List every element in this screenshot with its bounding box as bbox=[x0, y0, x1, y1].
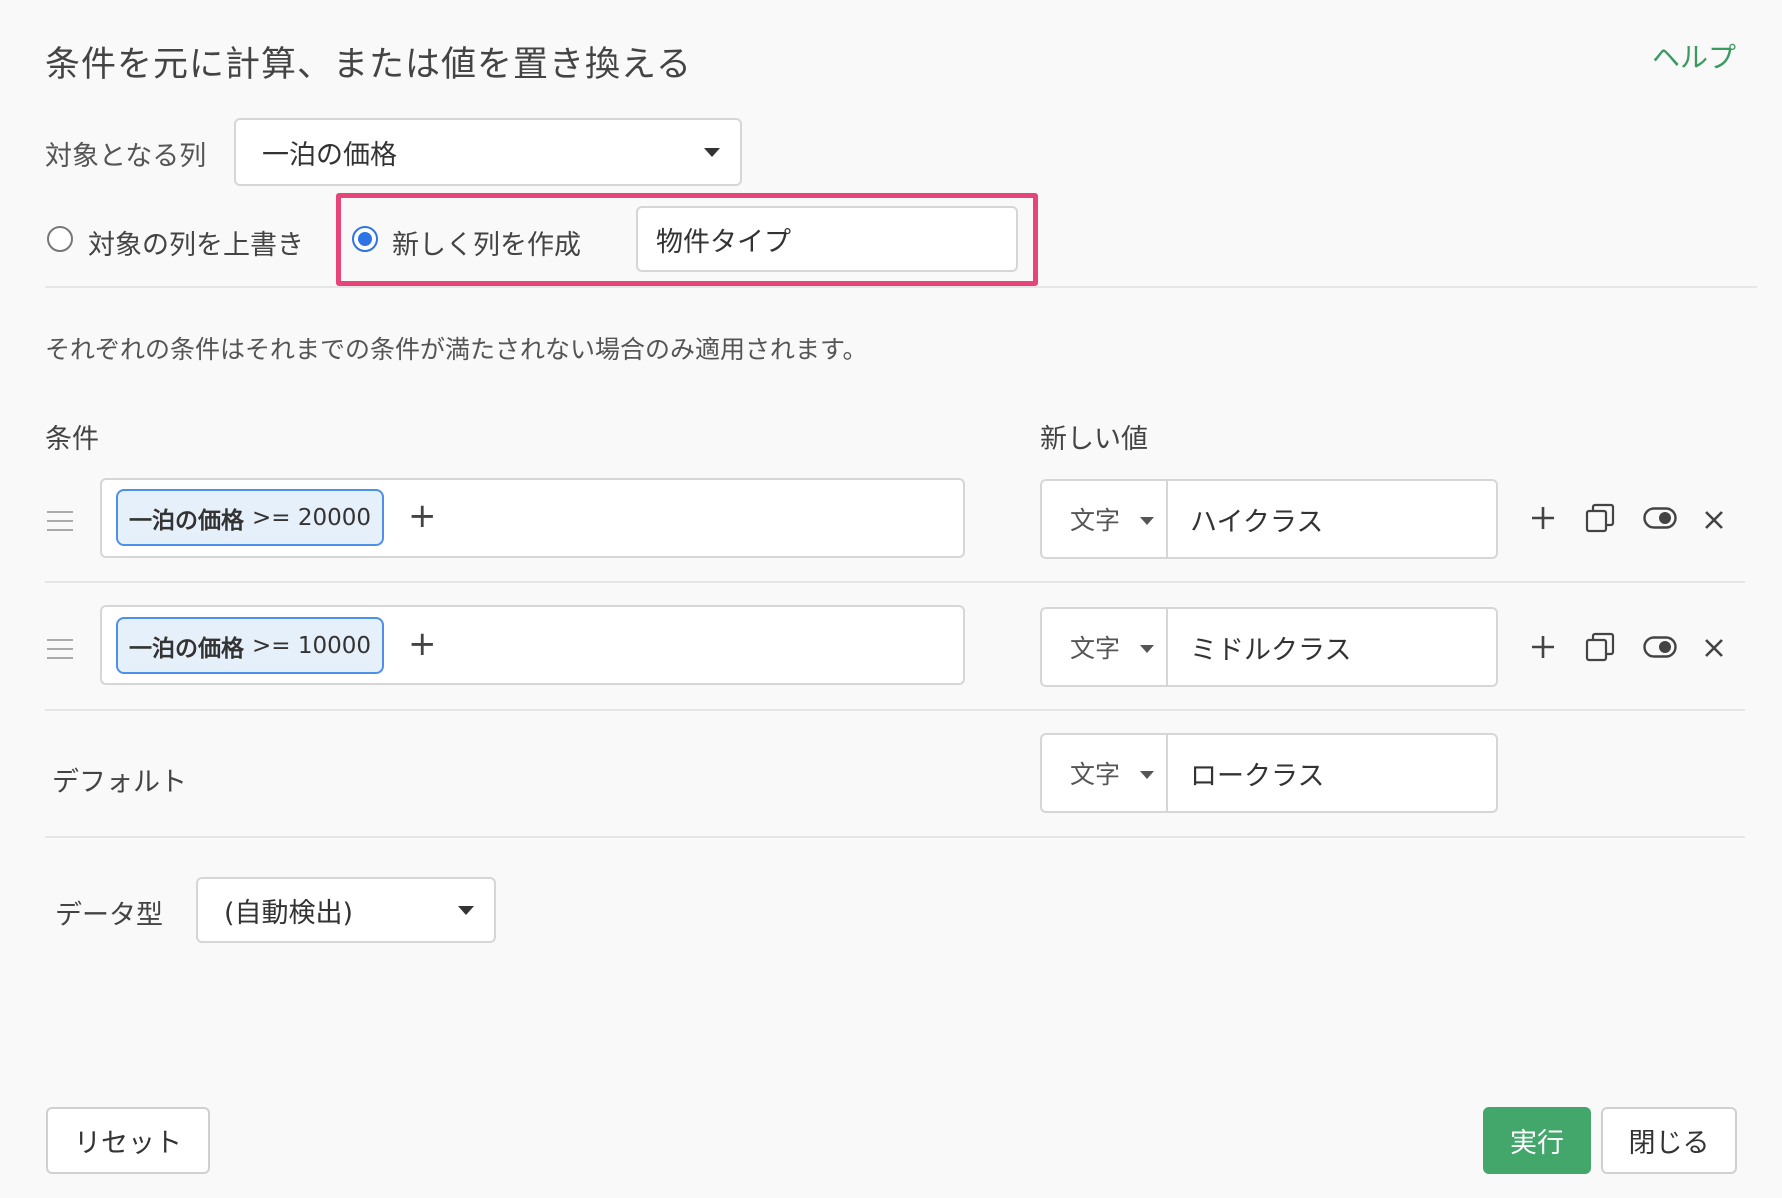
chip-expression: >= 20000 bbox=[251, 504, 372, 531]
datatype-select[interactable]: (自動検出) bbox=[196, 877, 496, 943]
value-type-select[interactable]: 文字 bbox=[1042, 609, 1168, 685]
close-button[interactable]: 閉じる bbox=[1601, 1107, 1737, 1174]
chevron-down-icon bbox=[458, 906, 474, 915]
help-link[interactable]: ヘルプ bbox=[1652, 36, 1736, 76]
target-column-value: 一泊の価格 bbox=[262, 139, 397, 171]
overwrite-label[interactable]: 対象の列を上書き bbox=[88, 223, 304, 262]
new-value-input[interactable]: ミドルクラス bbox=[1168, 609, 1496, 685]
condition-column-header: 条件 bbox=[45, 424, 99, 455]
new-value-text: ハイクラス bbox=[1190, 506, 1324, 538]
value-type-label: 文字 bbox=[1070, 506, 1121, 535]
chip-expression: >= 10000 bbox=[251, 632, 372, 659]
chevron-down-icon bbox=[1140, 517, 1154, 525]
divider bbox=[45, 836, 1745, 838]
default-value-input[interactable]: ロークラス bbox=[1168, 735, 1496, 811]
datatype-label: データ型 bbox=[55, 900, 163, 931]
default-type-select[interactable]: 文字 bbox=[1042, 735, 1168, 811]
create-column-label[interactable]: 新しく列を作成 bbox=[392, 223, 581, 262]
new-value-column-header: 新しい値 bbox=[1040, 424, 1148, 455]
dialog-title: 条件を元に計算、または値を置き換える bbox=[45, 45, 692, 85]
divider bbox=[45, 581, 1745, 583]
add-rule-icon[interactable] bbox=[1530, 505, 1556, 531]
new-value-input[interactable]: ハイクラス bbox=[1168, 481, 1496, 557]
datatype-value: (自動検出) bbox=[224, 897, 354, 929]
overwrite-radio[interactable] bbox=[47, 226, 73, 252]
toggle-visibility-icon[interactable] bbox=[1643, 636, 1677, 658]
new-column-name-value: 物件タイプ bbox=[656, 226, 791, 258]
value-type-select[interactable]: 文字 bbox=[1042, 481, 1168, 557]
value-type-label: 文字 bbox=[1070, 634, 1121, 663]
new-value-group: 文字 ミドルクラス bbox=[1040, 607, 1498, 687]
chevron-down-icon bbox=[704, 148, 720, 157]
new-value-group: 文字 ハイクラス bbox=[1040, 479, 1498, 559]
new-column-name-input[interactable]: 物件タイプ bbox=[636, 206, 1018, 272]
default-type-label: 文字 bbox=[1070, 760, 1121, 789]
divider bbox=[45, 709, 1745, 711]
drag-handle-icon[interactable] bbox=[47, 511, 73, 538]
rules-description: それぞれの条件はそれまでの条件が満たされない場合のみ適用されます。 bbox=[45, 335, 868, 364]
toggle-visibility-icon[interactable] bbox=[1643, 507, 1677, 529]
chevron-down-icon bbox=[1140, 771, 1154, 779]
condition-chip[interactable]: 一泊の価格 >= 10000 bbox=[116, 617, 384, 674]
condition-chip[interactable]: 一泊の価格 >= 20000 bbox=[116, 489, 384, 546]
drag-handle-icon[interactable] bbox=[47, 639, 73, 666]
create-column-radio[interactable] bbox=[352, 226, 378, 252]
reset-button[interactable]: リセット bbox=[46, 1107, 210, 1174]
add-condition-icon[interactable]: + bbox=[408, 499, 437, 533]
duplicate-icon[interactable] bbox=[1585, 632, 1615, 662]
target-column-select[interactable]: 一泊の価格 bbox=[234, 118, 742, 186]
close-icon[interactable] bbox=[1704, 510, 1724, 530]
close-icon[interactable] bbox=[1704, 638, 1724, 658]
default-value-text: ロークラス bbox=[1190, 760, 1325, 792]
default-value-group: 文字 ロークラス bbox=[1040, 733, 1498, 813]
chevron-down-icon bbox=[1140, 645, 1154, 653]
add-rule-icon[interactable] bbox=[1530, 634, 1556, 660]
chip-field: 一泊の価格 bbox=[128, 507, 244, 534]
duplicate-icon[interactable] bbox=[1585, 503, 1615, 533]
target-column-label: 対象となる列 bbox=[45, 141, 207, 172]
run-button[interactable]: 実行 bbox=[1483, 1107, 1591, 1174]
chip-field: 一泊の価格 bbox=[128, 635, 244, 662]
default-label: デフォルト bbox=[52, 767, 187, 798]
add-condition-icon[interactable]: + bbox=[408, 627, 437, 661]
new-value-text: ミドルクラス bbox=[1190, 634, 1352, 666]
divider bbox=[45, 286, 1757, 288]
